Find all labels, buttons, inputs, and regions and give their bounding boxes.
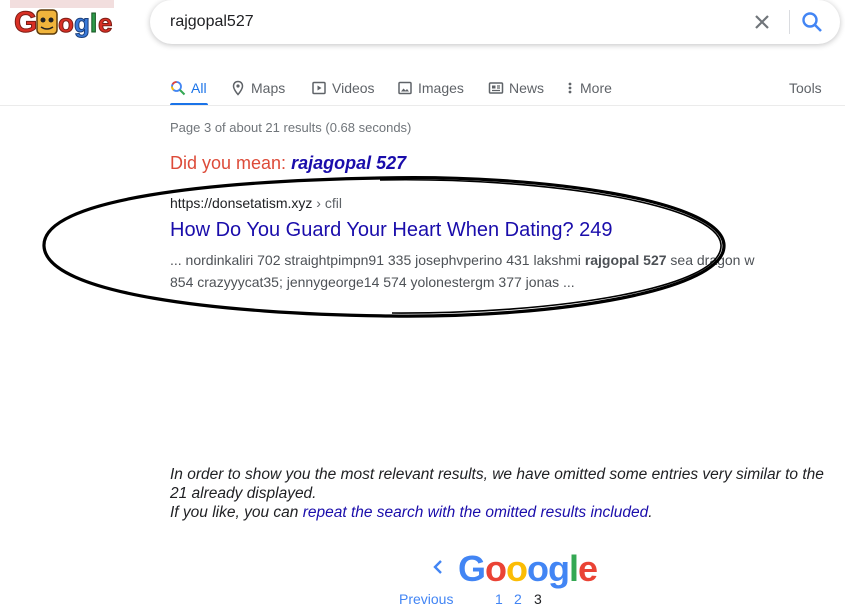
- did-you-mean-suggestion-link[interactable]: rajagopal 527: [291, 153, 406, 173]
- chevron-left-icon: [433, 560, 442, 574]
- current-page-3: 3: [534, 591, 542, 607]
- search-icon: [171, 81, 186, 96]
- search-icon: [802, 12, 822, 32]
- repeat-search-link[interactable]: repeat the search with the omitted resul…: [303, 504, 649, 521]
- omitted-results-notice: In order to show you the most relevant r…: [170, 465, 830, 522]
- result-url[interactable]: https://donsetatism.xyz › cfil: [170, 195, 342, 211]
- image-icon: [398, 81, 412, 95]
- pagination-logo: Gooogle: [458, 548, 598, 590]
- clear-search-button[interactable]: [750, 10, 774, 34]
- pagination-logo-letter: l: [569, 548, 579, 589]
- page-link-2[interactable]: 2: [514, 591, 522, 607]
- previous-page-link[interactable]: Previous: [399, 591, 453, 607]
- map-pin-icon: [232, 80, 244, 96]
- tab-all[interactable]: All: [170, 75, 207, 101]
- omitted-suffix: .: [648, 504, 653, 521]
- omitted-notice-repeat: If you like, you can repeat the search w…: [170, 503, 830, 522]
- tab-maps[interactable]: Maps: [230, 75, 285, 101]
- snippet-text-before: ... nordinkaliri 702 straightpimpn91 335…: [170, 252, 585, 268]
- video-icon: [312, 81, 326, 95]
- search-input[interactable]: [170, 11, 730, 33]
- svg-text:o: o: [58, 8, 74, 38]
- search-tabs: All Maps Videos Images News More Tools: [0, 70, 845, 106]
- snippet-highlight: rajgopal 527: [584, 252, 667, 268]
- result-snippet: ... nordinkaliri 702 straightpimpn91 335…: [170, 249, 770, 293]
- google-doodle-logo[interactable]: G o g l e: [10, 0, 114, 40]
- search-box: [150, 0, 840, 44]
- page-link-1[interactable]: 1: [495, 591, 503, 607]
- search-button[interactable]: [800, 10, 824, 34]
- result-url-breadcrumb: › cfil: [316, 195, 342, 211]
- pagination-logo-letter: o: [485, 548, 507, 589]
- previous-page-chevron[interactable]: [431, 558, 445, 576]
- pagination-logo-letter: g: [548, 548, 570, 589]
- tab-images[interactable]: Images: [397, 75, 464, 101]
- tab-maps-label: Maps: [251, 80, 286, 96]
- tab-more[interactable]: More: [565, 75, 612, 101]
- result-title-link[interactable]: How Do You Guard Your Heart When Dating?…: [170, 219, 613, 242]
- tab-more-label: More: [580, 80, 612, 96]
- svg-text:l: l: [90, 8, 97, 38]
- tools-button[interactable]: Tools: [789, 75, 822, 101]
- pagination-logo-letter: o: [506, 548, 528, 589]
- close-icon: [755, 15, 769, 29]
- svg-text:e: e: [98, 8, 112, 38]
- tab-all-label: All: [191, 80, 207, 96]
- more-vert-icon: [568, 82, 572, 94]
- news-icon: [488, 82, 504, 94]
- tab-videos-label: Videos: [332, 80, 375, 96]
- did-you-mean: Did you mean: rajagopal 527: [170, 153, 406, 174]
- omitted-prefix: If you like, you can: [170, 504, 303, 521]
- result-stats: Page 3 of about 21 results (0.68 seconds…: [170, 120, 412, 135]
- did-you-mean-prefix: Did you mean:: [170, 153, 287, 173]
- omitted-notice-text: In order to show you the most relevant r…: [170, 466, 824, 502]
- pagination-logo-letter: e: [578, 548, 598, 589]
- tabs-divider: [0, 105, 845, 106]
- search-box-divider: [789, 10, 790, 34]
- tab-news[interactable]: News: [488, 75, 544, 101]
- tools-label: Tools: [789, 80, 822, 96]
- pagination-logo-letter: G: [458, 548, 486, 589]
- pagination-logo-letter: o: [527, 548, 549, 589]
- svg-text:G: G: [14, 6, 37, 39]
- tab-news-label: News: [509, 80, 545, 96]
- svg-text:g: g: [74, 8, 90, 38]
- result-url-domain: https://donsetatism.xyz: [170, 195, 313, 211]
- tab-videos[interactable]: Videos: [311, 75, 375, 101]
- doodle-logo-icon: G o g l e: [10, 0, 114, 40]
- tab-images-label: Images: [418, 80, 464, 96]
